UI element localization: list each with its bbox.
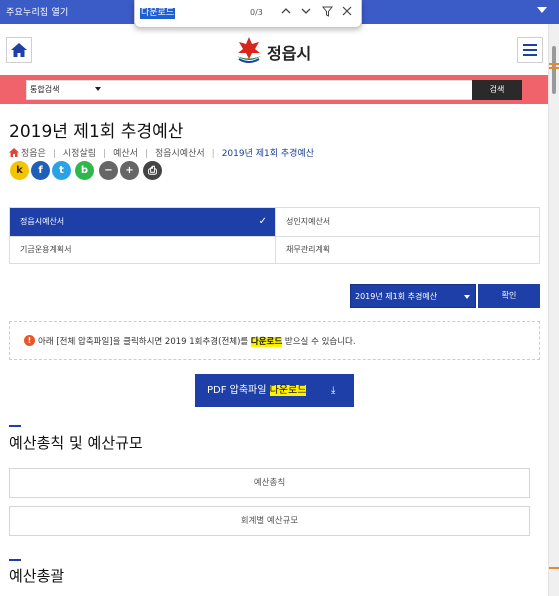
budget-scale-button[interactable]: 회계별 예산규모 <box>9 506 530 536</box>
zoom-out-icon[interactable]: − <box>99 161 118 180</box>
chevron-down-icon[interactable] <box>537 7 547 13</box>
year-select[interactable]: 2019년 제1회 추경예산 <box>350 284 476 308</box>
tab-label: 채무관리계획 <box>286 245 331 254</box>
section-title: 예산총칙 및 예산규모 <box>9 434 143 452</box>
budget-general-button[interactable]: 예산총칙 <box>9 468 530 498</box>
section-title: 예산총괄 <box>9 567 65 585</box>
breadcrumb: 정읍은 | 시정살림 | 예산서 | 정읍시예산서 | 2019년 제1회 추경예산 <box>9 146 314 159</box>
breadcrumb-item[interactable]: 정읍은 <box>21 146 46 159</box>
tab-debt-plan[interactable]: 채무관리계획 <box>276 236 539 264</box>
confirm-button[interactable]: 확인 <box>478 284 540 308</box>
check-icon: ✓ <box>258 216 267 227</box>
top-bar-label: 주요누리집 열기 <box>6 8 69 18</box>
menu-button[interactable] <box>517 37 543 63</box>
site-logo[interactable]: 정읍시 <box>233 33 343 67</box>
breadcrumb-item[interactable]: 예산서 <box>113 146 138 159</box>
page-title: 2019년 제1회 추경예산 <box>9 122 184 142</box>
chevron-down-icon <box>301 8 311 14</box>
notice-text: 아래 [전체 압축파일]을 클릭하시면 2019 1회추경(전체)를 다운로드 … <box>38 337 356 347</box>
scrollbar[interactable] <box>548 24 559 596</box>
find-match-marker <box>549 567 559 569</box>
find-previous-button[interactable] <box>279 6 293 20</box>
tab-label: 기금운용계획서 <box>20 245 72 254</box>
zoom-in-icon[interactable]: + <box>120 161 139 180</box>
filter-icon <box>321 6 333 17</box>
pdf-download-button[interactable]: PDF 압축파일 다운로드 ⤓ <box>195 374 354 407</box>
breadcrumb-item[interactable]: 시정살림 <box>63 146 96 159</box>
download-icon: ⤓ <box>331 385 336 396</box>
find-close-button[interactable] <box>340 6 354 20</box>
find-input[interactable]: 다운로드 <box>140 8 176 19</box>
find-highlight: 다운로드 <box>269 385 307 396</box>
find-next-button[interactable] <box>299 6 313 20</box>
budget-tabs: 정읍시예산서 ✓ 성인지예산서 기금운용계획서 채무관리계획 <box>9 207 540 264</box>
find-in-page-bar: 다운로드 0/3 <box>134 0 362 28</box>
find-highlight: 다운로드 <box>250 337 283 347</box>
home-button[interactable] <box>6 37 32 63</box>
search-input[interactable] <box>106 81 470 99</box>
hamburger-icon <box>523 44 537 46</box>
tab-jeongeup-budget[interactable]: 정읍시예산서 ✓ <box>10 208 275 236</box>
search-button[interactable]: 검색 <box>472 80 522 100</box>
twitter-icon[interactable]: t <box>52 161 71 180</box>
section-accent-bar <box>9 559 21 561</box>
tab-label: 정읍시예산서 <box>20 217 65 226</box>
close-icon <box>342 6 352 16</box>
band-icon[interactable]: b <box>75 161 94 180</box>
facebook-icon[interactable]: f <box>31 161 50 180</box>
print-icon[interactable]: ⎙ <box>143 161 162 180</box>
tab-fund-plan[interactable]: 기금운용계획서 <box>10 236 275 264</box>
tab-gender-budget[interactable]: 성인지예산서 <box>276 208 539 236</box>
home-icon[interactable] <box>9 148 19 157</box>
find-filter-button[interactable] <box>320 6 334 20</box>
chevron-down-icon[interactable] <box>95 87 101 91</box>
tab-label: 성인지예산서 <box>286 217 331 226</box>
find-match-count: 0/3 <box>250 8 263 17</box>
search-scope-select[interactable]: 통합검색 <box>30 84 59 95</box>
chevron-down-icon <box>464 295 470 299</box>
kakao-icon[interactable]: k <box>10 161 29 180</box>
chevron-up-icon <box>281 8 291 14</box>
logo-emblem-icon <box>237 37 261 63</box>
breadcrumb-current: 2019년 제1회 추경예산 <box>221 149 314 159</box>
scrollbar-thumb[interactable] <box>552 46 556 94</box>
download-notice: ! 아래 [전체 압축파일]을 클릭하시면 2019 1회추경(전체)를 다운로… <box>9 321 540 360</box>
section-accent-bar <box>9 425 21 427</box>
find-match-marker <box>549 63 559 65</box>
logo-text: 정읍시 <box>267 44 312 63</box>
find-match-marker <box>549 67 559 69</box>
alert-icon: ! <box>24 335 35 346</box>
breadcrumb-item[interactable]: 정읍시예산서 <box>155 146 205 159</box>
year-select-value: 2019년 제1회 추경예산 <box>355 292 438 301</box>
home-icon <box>11 43 27 57</box>
